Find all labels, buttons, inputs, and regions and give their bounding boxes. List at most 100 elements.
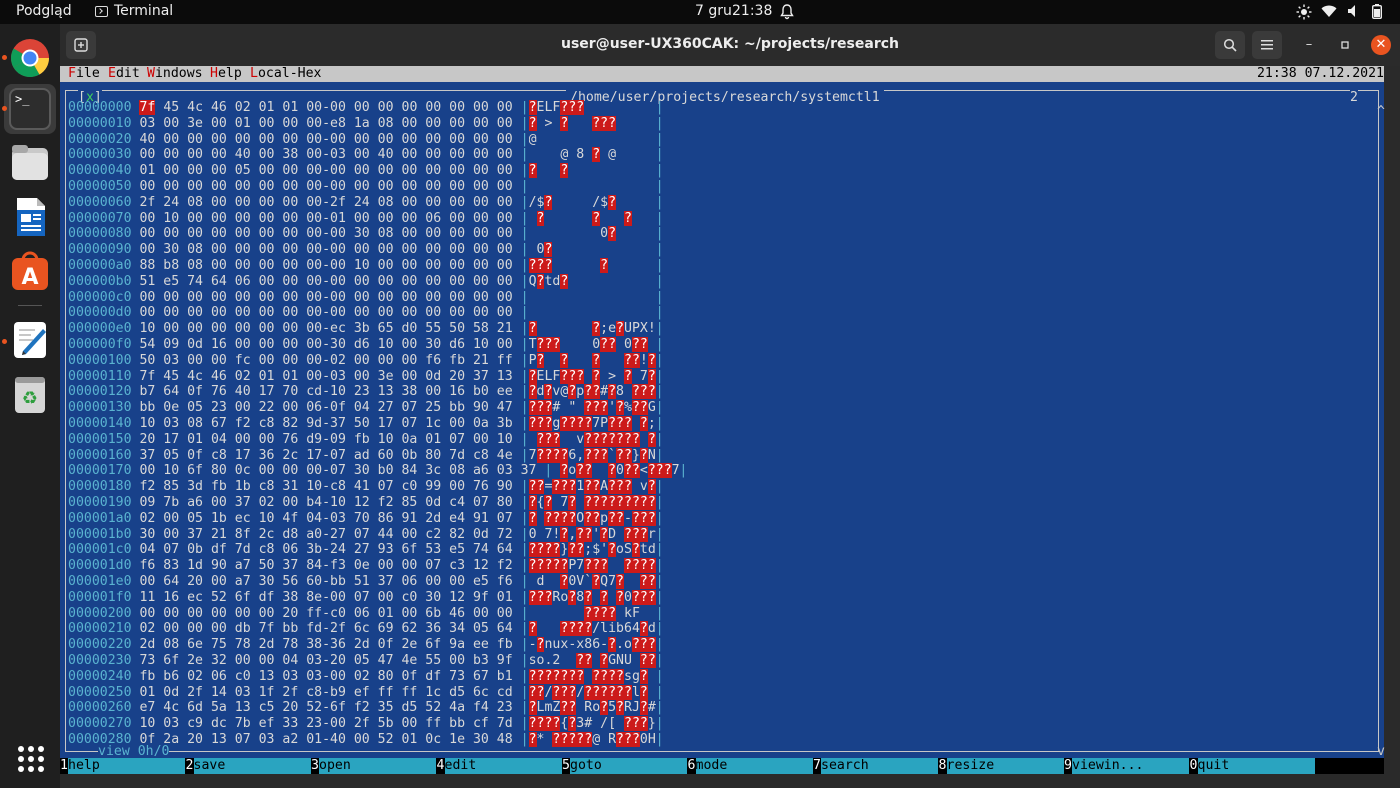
hex-bytes[interactable]: 01 0d 2f 14 03 1f 2f c8-b9 ef ff ff 1c d… — [139, 685, 512, 700]
hex-row[interactable]: 00000110 7f 45 4c 46 02 01 01 00-03 00 3… — [68, 368, 664, 385]
menu-windows[interactable]: Windows — [147, 66, 203, 82]
terminal-content[interactable]: File Edit Windows Help Local-Hex 21:38 0… — [60, 66, 1400, 788]
ascii-column[interactable]: ? ?;e?UPX! — [528, 321, 656, 337]
ascii-column[interactable]: ???? kF — [529, 605, 656, 622]
hex-row[interactable]: 00000060 2f 24 08 00 00 00 00 00-2f 24 0… — [68, 194, 664, 211]
hex-row[interactable]: 00000010 03 00 3e 00 01 00 00 00-e8 1a 0… — [68, 115, 664, 132]
menu-file[interactable]: File — [68, 66, 100, 82]
hex-row[interactable]: 00000100 50 03 00 00 fc 00 00 00-02 00 0… — [68, 352, 664, 369]
fkey-mode[interactable]: 6 mode — [687, 758, 813, 774]
ascii-column[interactable]: ???# " ???'?%??G — [528, 400, 656, 416]
terminal-app-icon[interactable]: >_ — [9, 88, 51, 130]
scroll-indicator[interactable]: ^ v — [1377, 104, 1385, 760]
ascii-column[interactable]: 0 7!?,??'?D ???r — [529, 526, 656, 543]
hex-row[interactable]: 00000170 00 10 6f 80 0c 00 00 00-07 30 b… — [68, 463, 687, 479]
hex-row[interactable]: 000001d0 f6 83 1d 90 a7 50 37 84-f3 0e 0… — [68, 558, 664, 574]
hex-row[interactable]: 00000210 02 00 00 00 db 7f bb fd-2f 6c 6… — [68, 621, 664, 637]
hex-row[interactable]: 000000d0 00 00 00 00 00 00 00 00-00 00 0… — [68, 305, 664, 321]
hex-bytes[interactable]: 03 00 3e 00 01 00 00 00-e8 1a 08 00 00 0… — [139, 116, 512, 131]
ascii-column[interactable]: ? ????O??p??-??? — [528, 510, 656, 527]
hex-bytes[interactable]: 09 7b a6 00 37 02 00 b4-10 12 f2 85 0d c… — [139, 495, 512, 510]
ascii-column[interactable]: ?LmZ?? Ro?5?RJ?# — [528, 700, 656, 716]
hex-bytes[interactable]: 73 6f 2e 32 00 00 04 03-20 05 47 4e 55 0… — [139, 653, 512, 668]
ascii-column[interactable]: ?o?? ?0??<???7 — [552, 463, 679, 479]
hex-bytes[interactable]: 30 00 37 21 8f 2c d8 a0-27 07 44 00 c2 8… — [139, 527, 512, 542]
hex-row[interactable]: 00000180 f2 85 3d fb 1b c8 31 10-c8 41 0… — [68, 479, 664, 495]
ascii-column[interactable]: ?????P7??? ???? — [528, 558, 656, 574]
ascii-column[interactable]: ??? v??????? ? — [529, 431, 656, 448]
ascii-column[interactable]: ? ????/lib64?d — [528, 621, 656, 637]
hex-bytes[interactable]: 00 64 20 00 a7 30 56 60-bb 51 37 06 00 0… — [139, 574, 512, 589]
ascii-column[interactable]: ??? ? — [528, 258, 656, 274]
ascii-column[interactable]: T??? 0?? 0?? — [529, 337, 656, 353]
hex-row[interactable]: 00000000 7f 45 4c 46 02 01 01 00-00 00 0… — [68, 100, 664, 116]
software-center-icon[interactable]: A — [9, 250, 51, 292]
menu-edit[interactable]: Edit — [108, 66, 140, 82]
ascii-column[interactable]: ??/???/??????l? — [528, 684, 656, 701]
ascii-column[interactable]: P? ? ? ??!? — [529, 352, 656, 369]
hex-bytes[interactable]: 00 00 00 00 00 00 20 ff-c0 06 01 00 6b 4… — [139, 606, 512, 621]
fkey-resize[interactable]: 8 resize — [938, 758, 1064, 774]
battery-icon[interactable] — [1371, 4, 1383, 23]
ascii-column[interactable]: /$? /$? — [529, 194, 656, 211]
ascii-column[interactable]: Q?td? — [529, 273, 656, 290]
ascii-column[interactable]: 7????6,???`??}?N — [529, 447, 656, 464]
hex-row[interactable]: 000000f0 54 09 0d 16 00 00 00 00-30 d6 1… — [68, 337, 664, 353]
trash-icon[interactable]: ♻ — [9, 373, 51, 415]
hex-bytes[interactable]: 02 00 05 1b ec 10 4f 04-03 70 86 91 2d e… — [139, 511, 512, 526]
hex-bytes[interactable]: bb 0e 05 23 00 22 00 06-0f 04 27 07 25 b… — [139, 400, 512, 415]
ascii-column[interactable]: ? ? ? — [529, 210, 656, 227]
app-menu-label[interactable]: Terminal — [114, 3, 173, 19]
hex-row[interactable]: 00000020 40 00 00 00 00 00 00 00-00 00 0… — [68, 132, 664, 148]
show-apps-icon[interactable] — [17, 745, 45, 773]
ascii-column[interactable]: 0? — [529, 226, 656, 242]
hex-row[interactable]: 000000b0 51 e5 74 64 06 00 00 00-00 00 0… — [68, 273, 664, 290]
maximize-button[interactable] — [1335, 35, 1355, 55]
hex-bytes[interactable]: 11 16 ec 52 6f df 38 8e-00 07 00 c0 30 1… — [139, 590, 512, 605]
fkey-help[interactable]: 1 help — [60, 758, 185, 774]
hex-bytes[interactable]: 00 00 00 00 00 00 00 00-00 30 08 00 00 0… — [139, 226, 512, 241]
hex-row[interactable]: 000001a0 02 00 05 1b ec 10 4f 04-03 70 8… — [68, 510, 664, 527]
ascii-column[interactable]: ?d?v@?p??#?8 ??? — [528, 384, 656, 400]
hex-row[interactable]: 000000c0 00 00 00 00 00 00 00 00-00 00 0… — [68, 290, 664, 306]
fkey-edit[interactable]: 4 edit — [436, 758, 562, 774]
hex-bytes[interactable]: 51 e5 74 64 06 00 00 00-00 00 00 00 00 0… — [139, 274, 512, 289]
brightness-icon[interactable] — [1296, 4, 1312, 24]
hex-bytes[interactable]: 02 00 00 00 db 7f bb fd-2f 6c 69 62 36 3… — [139, 621, 512, 636]
activities-button[interactable]: Podgląd — [16, 3, 72, 19]
hex-bytes[interactable]: 40 00 00 00 00 00 00 00-00 00 00 00 00 0… — [139, 132, 512, 147]
hex-bytes[interactable]: 50 03 00 00 fc 00 00 00-02 00 00 00 f6 f… — [139, 353, 512, 368]
fkey-quit[interactable]: 0 quit — [1189, 758, 1315, 774]
hex-row[interactable]: 000000a0 88 b8 08 00 00 00 00 00-00 10 0… — [68, 258, 664, 274]
hex-bytes[interactable]: 37 05 0f c8 17 36 2c 17-07 ad 60 0b 80 7… — [139, 448, 512, 463]
hex-row[interactable]: 00000120 b7 64 0f 76 40 17 70 cd-10 23 1… — [68, 384, 664, 400]
writer-icon[interactable] — [9, 196, 51, 238]
hex-bytes[interactable]: 20 17 01 04 00 00 76 d9-09 fb 10 0a 01 0… — [139, 432, 512, 447]
menu-help[interactable]: Help — [210, 66, 242, 82]
hex-bytes[interactable]: 7f 45 4c 46 02 01 01 00-03 00 3e 00 0d 2… — [139, 369, 512, 384]
hex-row[interactable]: 00000160 37 05 0f c8 17 36 2c 17-07 ad 6… — [68, 447, 664, 464]
fkey-save[interactable]: 2 save — [185, 758, 311, 774]
hex-bytes[interactable]: 2f 24 08 00 00 00 00 00-2f 24 08 00 00 0… — [139, 195, 512, 210]
date-label[interactable]: 7 gru — [695, 3, 732, 19]
hex-row[interactable]: 00000130 bb 0e 05 23 00 22 00 06-0f 04 2… — [68, 400, 664, 416]
ascii-column[interactable]: ???Ro?8? ? ?0??? — [528, 589, 656, 606]
ascii-column[interactable]: 0? — [529, 242, 656, 258]
hex-row[interactable]: 000001b0 30 00 37 21 8f 2c d8 a0-27 07 4… — [68, 526, 664, 543]
ascii-column[interactable]: @ 8 ? @ — [529, 147, 656, 163]
hex-bytes[interactable]: 10 00 00 00 00 00 00 00-ec 3b 65 d0 55 5… — [139, 321, 512, 336]
fkey-viewin[interactable]: 9 viewin... — [1064, 758, 1189, 774]
hex-row[interactable]: 00000280 0f 2a 20 13 07 03 a2 01-40 00 5… — [68, 732, 664, 748]
ascii-column[interactable]: ?ELF??? — [528, 100, 656, 116]
hex-row[interactable]: 00000220 2d 08 6e 75 78 2d 78 38-36 2d 0… — [68, 637, 664, 653]
hex-bytes[interactable]: 00 00 00 00 00 00 00 00-00 00 00 00 00 0… — [139, 179, 512, 194]
hex-row[interactable]: 00000200 00 00 00 00 00 00 20 ff-c0 06 0… — [68, 605, 664, 622]
hex-bytes[interactable]: 10 03 08 67 f2 c8 82 9d-37 50 17 07 1c 0… — [139, 416, 512, 431]
hex-row[interactable]: 00000070 00 10 00 00 00 00 00 00-01 00 0… — [68, 210, 664, 227]
hex-view-panel[interactable]: [x] /home/user/projects/research/systemc… — [60, 82, 1385, 760]
hex-bytes[interactable]: e7 4c 6d 5a 13 c5 20 52-6f f2 35 d5 52 4… — [139, 700, 512, 715]
hex-bytes[interactable]: 88 b8 08 00 00 00 00 00-00 10 00 00 00 0… — [139, 258, 512, 273]
ascii-column[interactable]: so.2 ?? ?GNU ?? — [529, 653, 656, 669]
hex-bytes[interactable]: fb b6 02 06 c0 13 03 03-00 02 80 0f df 7… — [139, 669, 512, 684]
ascii-column[interactable]: ?{? 7? ????????? — [528, 495, 656, 511]
